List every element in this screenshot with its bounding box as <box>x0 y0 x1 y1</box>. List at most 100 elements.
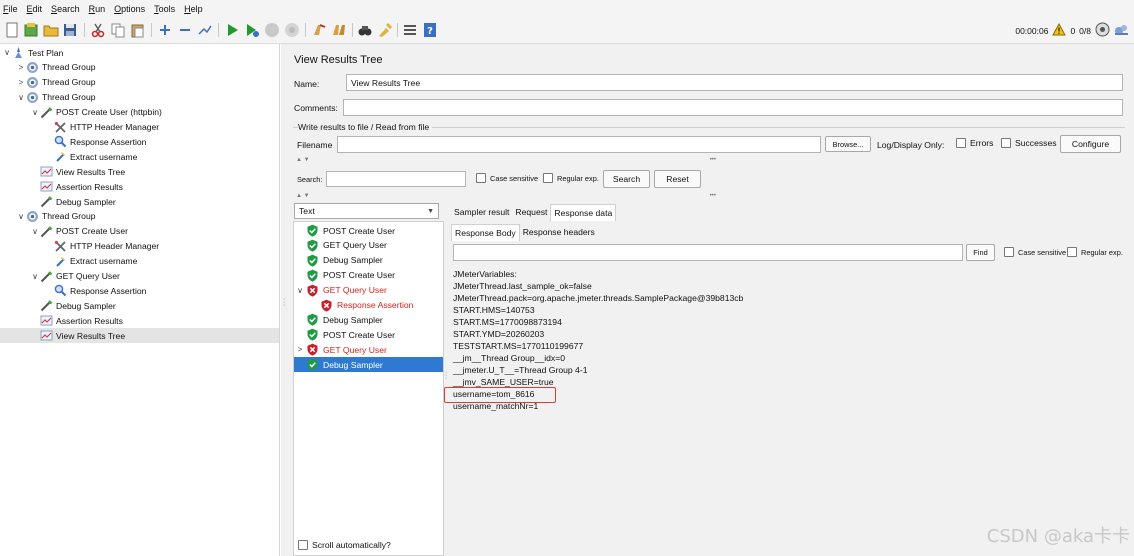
expand-icon[interactable] <box>157 22 173 38</box>
tree-node[interactable]: > Thread Group <box>16 60 96 75</box>
browse-button[interactable]: Browse... <box>825 136 871 152</box>
scroll-automatically-checkbox[interactable]: Scroll automatically? <box>298 540 391 550</box>
tab-response-headers[interactable]: Response headers <box>520 224 598 241</box>
tree-node[interactable]: Extract username <box>44 149 137 164</box>
collapse-icon[interactable] <box>177 22 193 38</box>
configure-button[interactable]: Configure <box>1060 135 1121 153</box>
chevron-down-icon[interactable]: ∨ <box>30 227 40 236</box>
tab-request[interactable]: Request <box>512 204 550 221</box>
start-icon[interactable] <box>224 22 240 38</box>
result-item[interactable]: POST Create User <box>294 268 443 283</box>
tree-node[interactable]: HTTP Header Manager <box>44 239 159 254</box>
search-splitter[interactable]: ▲ ▼ ••• <box>296 156 1126 164</box>
templates-icon[interactable] <box>23 22 39 38</box>
tree-node[interactable]: Response Assertion <box>44 134 146 149</box>
tree-node[interactable]: Assertion Results <box>30 313 123 328</box>
help-icon[interactable]: ? <box>422 22 438 38</box>
tree-node[interactable]: ∨ POST Create User (httpbin) <box>30 105 162 120</box>
menu-run[interactable]: Run <box>89 4 106 14</box>
tree-node[interactable]: > Thread Group <box>16 75 96 90</box>
open-icon[interactable] <box>43 22 59 38</box>
menu-options[interactable]: Options <box>114 4 145 14</box>
regex-checkbox[interactable]: Regular exp. <box>543 173 599 183</box>
detail-regex-checkbox[interactable]: Regular exp. <box>1067 247 1123 257</box>
menu-search[interactable]: Search <box>51 4 80 14</box>
stop-icon[interactable] <box>264 22 280 38</box>
find-input[interactable] <box>453 244 963 261</box>
menu-file[interactable]: File <box>3 4 18 14</box>
result-item[interactable]: GET Query User <box>294 238 443 253</box>
clear-icon[interactable] <box>311 22 327 38</box>
clear-all-icon[interactable] <box>331 22 347 38</box>
successes-checkbox[interactable]: Successes <box>1001 138 1057 148</box>
chevron-down-icon[interactable]: ∨ <box>294 286 306 295</box>
warning-icon[interactable] <box>1052 22 1067 38</box>
detail-case-sensitive-checkbox[interactable]: Case sensitive <box>1004 247 1066 257</box>
function-helper-icon[interactable] <box>402 22 418 38</box>
search-button[interactable]: Search <box>603 170 650 188</box>
comments-field[interactable] <box>343 99 1123 116</box>
search-icon[interactable] <box>357 22 373 38</box>
chevron-down-icon[interactable]: ∨ <box>16 212 26 221</box>
start-no-pause-icon[interactable] <box>244 22 260 38</box>
chevron-down-icon[interactable]: ∨ <box>2 48 12 57</box>
remote-icon[interactable] <box>1114 22 1129 39</box>
find-button[interactable]: Find <box>966 244 995 261</box>
new-icon[interactable] <box>4 22 20 38</box>
results-splitter[interactable]: ▲ ▼ ••• <box>296 192 1126 200</box>
renderer-select[interactable]: Text ▼ <box>294 203 439 219</box>
cut-icon[interactable] <box>90 22 106 38</box>
tab-response-body[interactable]: Response Body <box>451 224 520 241</box>
chevron-right-icon[interactable]: > <box>16 78 26 87</box>
menu-help[interactable]: Help <box>184 4 203 14</box>
tree-node-label: Thread Group <box>42 77 96 88</box>
chevron-right-icon[interactable]: > <box>294 345 306 354</box>
chevron-down-icon[interactable]: ∨ <box>16 93 26 102</box>
tab-sampler-result[interactable]: Sampler result <box>451 204 512 221</box>
copy-icon[interactable] <box>110 22 126 38</box>
chevron-down-icon[interactable]: ∨ <box>30 108 40 117</box>
paste-icon[interactable] <box>130 22 146 38</box>
result-item[interactable]: Debug Sampler <box>294 357 443 373</box>
menu-edit[interactable]: Edit <box>27 4 43 14</box>
result-item[interactable]: POST Create User <box>294 223 443 238</box>
tree-node-label: GET Query User <box>56 271 120 281</box>
name-field[interactable]: View Results Tree <box>346 74 1123 91</box>
tree-node[interactable]: ∨ POST Create User <box>30 224 128 239</box>
search-input[interactable] <box>326 171 466 187</box>
tree-node[interactable]: View Results Tree <box>0 328 279 344</box>
menu-tools[interactable]: Tools <box>154 4 175 14</box>
tree-node[interactable]: Debug Sampler <box>30 298 116 313</box>
save-icon[interactable] <box>62 22 78 38</box>
toggle-icon[interactable] <box>197 22 213 38</box>
result-item[interactable]: Response Assertion <box>294 298 443 313</box>
result-item[interactable]: ∨ GET Query User <box>294 283 443 298</box>
log-display-label: Log/Display Only: <box>877 140 945 150</box>
reset-button[interactable]: Reset <box>654 170 701 188</box>
case-sensitive-checkbox[interactable]: Case sensitive <box>476 173 538 183</box>
result-item[interactable]: Debug Sampler <box>294 312 443 327</box>
result-item[interactable]: POST Create User <box>294 327 443 342</box>
main-split-divider[interactable]: · · · <box>281 44 288 556</box>
tree-node[interactable]: HTTP Header Manager <box>44 120 159 135</box>
tree-node[interactable]: View Results Tree <box>30 164 125 179</box>
tree-node[interactable]: ∨ GET Query User <box>30 269 120 284</box>
reset-search-icon[interactable] <box>377 22 393 38</box>
tree-node[interactable]: ∨ Test Plan <box>2 45 63 60</box>
tree-node[interactable]: Debug Sampler <box>30 194 116 209</box>
tree-node[interactable]: Assertion Results <box>30 179 123 194</box>
response-line: TESTSTART.MS=1770110199677 <box>453 341 584 351</box>
tree-node[interactable]: Response Assertion <box>44 283 146 298</box>
tree-node[interactable]: ∨ Thread Group <box>16 90 96 105</box>
chevron-down-icon[interactable]: ∨ <box>30 272 40 281</box>
tree-node[interactable]: Extract username <box>44 254 137 269</box>
result-item[interactable]: Debug Sampler <box>294 253 443 268</box>
tab-response-data[interactable]: Response data <box>550 204 617 221</box>
tree-node-label: Assertion Results <box>56 181 123 192</box>
shutdown-icon[interactable] <box>284 22 300 38</box>
result-item[interactable]: > GET Query User <box>294 342 443 357</box>
errors-checkbox[interactable]: Errors <box>956 138 993 148</box>
tree-node[interactable]: ∨ Thread Group <box>16 209 96 224</box>
filename-field[interactable] <box>337 136 821 153</box>
chevron-right-icon[interactable]: > <box>16 63 26 72</box>
